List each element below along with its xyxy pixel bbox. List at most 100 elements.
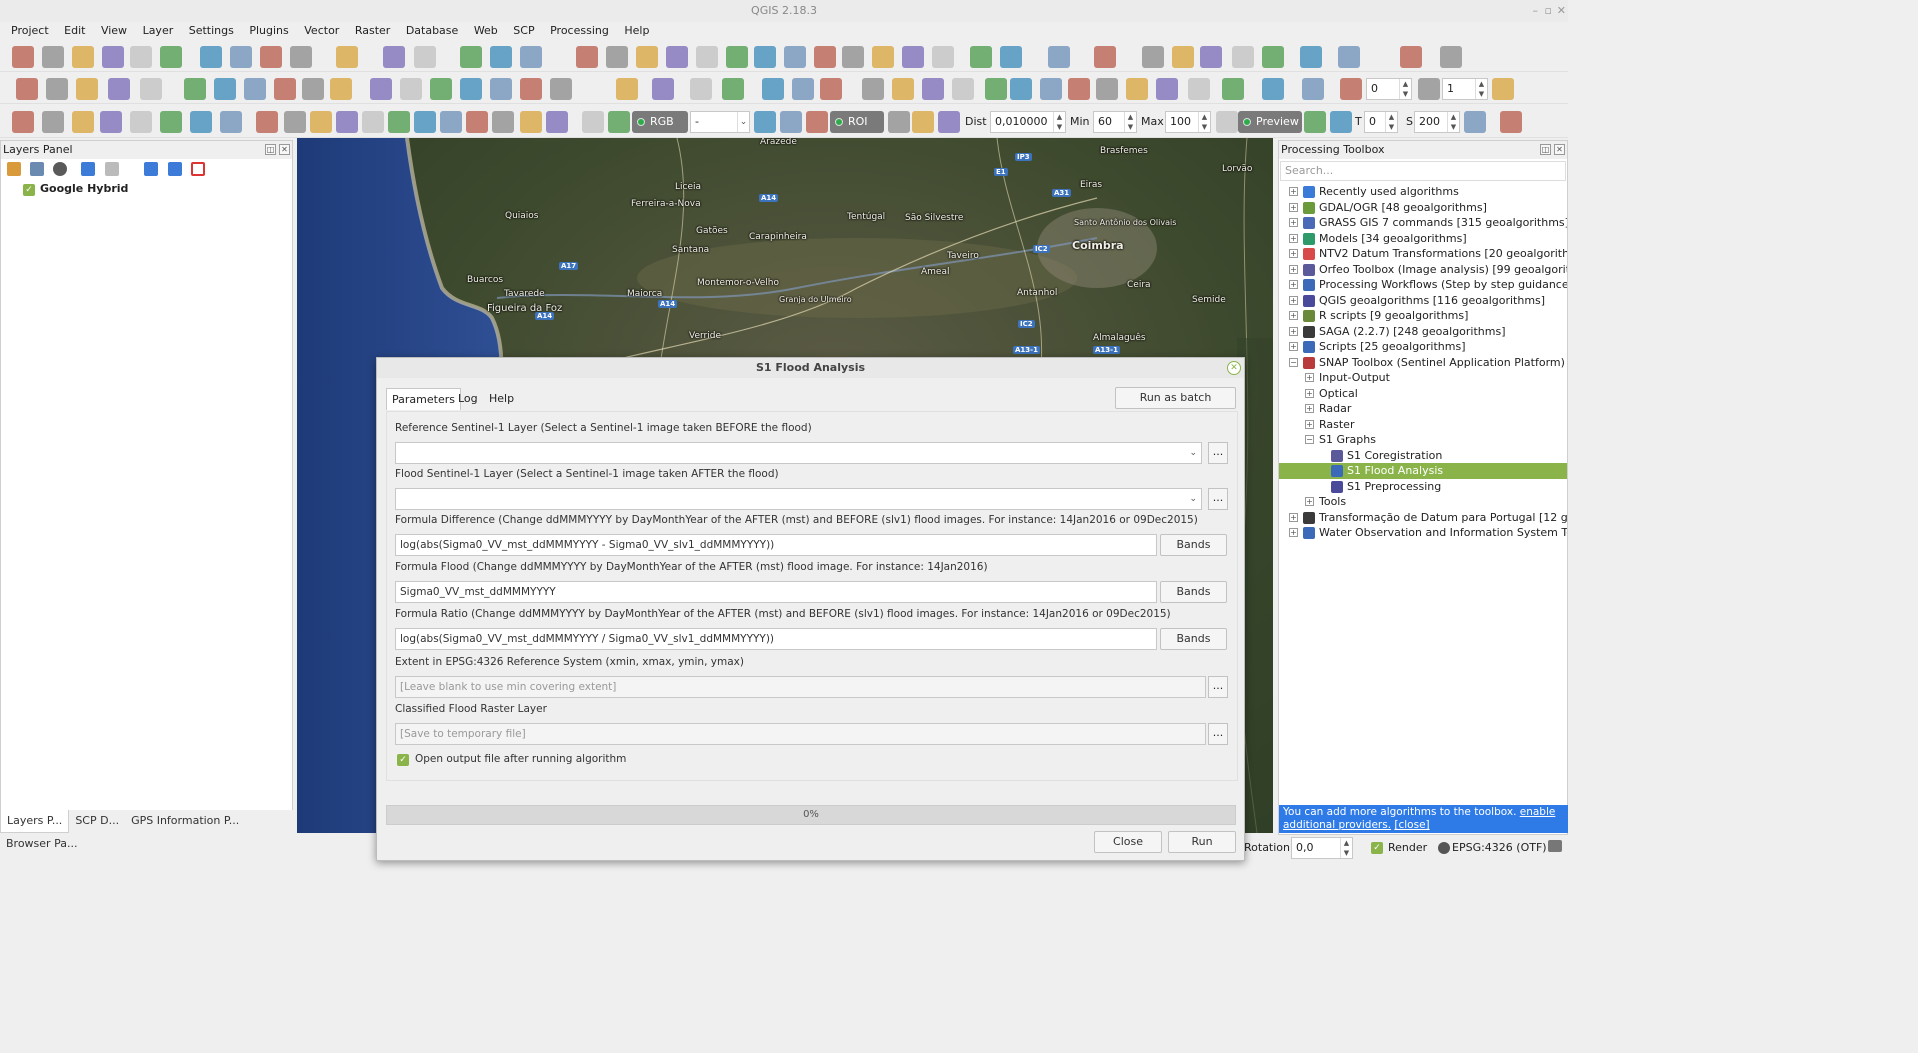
fill-ring-icon[interactable] — [985, 78, 1007, 100]
provider-group[interactable]: + QGIS geoalgorithms [116 geoalgorithms] — [1279, 293, 1567, 309]
spin-arrows-icon[interactable]: ▲ ▼ — [1124, 112, 1136, 132]
reference-layer-browse-button[interactable]: ... — [1208, 442, 1228, 464]
extent-input[interactable]: [Leave blank to use min covering extent] — [395, 676, 1206, 698]
difference-bands-button[interactable]: Bands — [1160, 534, 1227, 556]
menu-layer[interactable]: Layer — [137, 22, 180, 40]
algorithm-item[interactable]: S1 Flood Analysis — [1279, 463, 1567, 479]
node-tool-icon[interactable] — [184, 78, 206, 100]
pencil-icon[interactable] — [46, 78, 68, 100]
arrow-right-icon[interactable] — [1418, 78, 1440, 100]
tab-browser-panel[interactable]: Browser Pa... — [0, 833, 83, 855]
zoom-in-icon[interactable] — [606, 46, 628, 68]
layer-visibility-checkbox[interactable]: ✓ — [23, 184, 35, 196]
save-project-icon[interactable] — [72, 46, 94, 68]
minimize-icon[interactable]: – — [1533, 0, 1539, 22]
toolbox-search-input[interactable]: Search... — [1280, 161, 1566, 181]
print-layout-icon[interactable] — [130, 46, 152, 68]
xy-coordinates-icon[interactable] — [42, 111, 64, 133]
globe-icon[interactable] — [652, 78, 674, 100]
expand-icon[interactable]: + — [1289, 264, 1298, 274]
roi-draw-icon[interactable] — [582, 111, 604, 133]
classification-preview-icon[interactable] — [1304, 111, 1326, 133]
vertex-tool-icon[interactable] — [460, 46, 482, 68]
signature-icon[interactable] — [754, 111, 776, 133]
trash-icon[interactable] — [1464, 111, 1486, 133]
chart-icon[interactable] — [1188, 78, 1210, 100]
rotate-label-icon[interactable] — [430, 78, 452, 100]
provider-group[interactable]: + NTV2 Datum Transformations [20 geoalgor… — [1279, 246, 1567, 262]
scatter-plot-icon[interactable] — [440, 111, 462, 133]
split-icon[interactable] — [862, 78, 884, 100]
add-wms-icon[interactable] — [290, 46, 312, 68]
statistics-icon[interactable] — [1142, 46, 1164, 68]
band-calc-icon[interactable] — [388, 111, 410, 133]
signature-plot-icon[interactable] — [780, 111, 802, 133]
flood-layer-select[interactable]: ⌄ — [395, 488, 1202, 510]
stack-layers-icon[interactable] — [256, 111, 278, 133]
crs-globe-icon[interactable] — [1438, 842, 1450, 854]
provider-group[interactable]: + Processing Workflows (Step by step guid… — [1279, 277, 1567, 293]
tab-help[interactable]: Help — [484, 388, 519, 410]
reshape-icon[interactable] — [922, 78, 944, 100]
provider-group[interactable]: + Scripts [25 geoalgorithms] — [1279, 339, 1567, 355]
menu-help[interactable]: Help — [618, 22, 655, 40]
raster-calc-icon[interactable] — [1126, 78, 1148, 100]
zoom-layer-icon[interactable] — [754, 46, 776, 68]
save-edits-icon[interactable] — [76, 78, 98, 100]
rotate-icon[interactable] — [1040, 78, 1062, 100]
paste-icon[interactable] — [302, 78, 324, 100]
add-group-icon[interactable] — [30, 162, 44, 176]
float-panel-icon[interactable]: ◫ — [1540, 144, 1551, 155]
cloud-icon[interactable] — [1156, 78, 1178, 100]
label-icon[interactable] — [330, 78, 352, 100]
ratio-bands-button[interactable]: Bands — [1160, 628, 1227, 650]
run-batch-button[interactable]: Run as batch process... — [1115, 387, 1236, 424]
spin-arrows-icon[interactable]: ▲ ▼ — [1053, 112, 1065, 132]
measure-icon[interactable] — [1172, 46, 1194, 68]
tab-log[interactable]: Log — [453, 388, 483, 410]
chevron-down-icon[interactable]: ⌄ — [737, 112, 749, 132]
filter-icon[interactable] — [81, 162, 95, 176]
expand-icon[interactable]: + — [1289, 187, 1298, 196]
toolbox-icon[interactable] — [1262, 46, 1284, 68]
expand-icon[interactable]: + — [1289, 326, 1298, 336]
output-browse-button[interactable]: ... — [1208, 723, 1228, 745]
provider-group[interactable]: + Radar — [1279, 401, 1567, 417]
expand-icon[interactable]: + — [1305, 388, 1314, 398]
download-icon[interactable] — [284, 111, 306, 133]
search-location-icon[interactable] — [160, 111, 182, 133]
roi-redo-icon[interactable] — [608, 111, 630, 133]
rotation-spinbox[interactable]: 0,0 ▲ ▼ — [1291, 837, 1353, 859]
close-button[interactable]: Close — [1094, 831, 1162, 853]
deselect-icon[interactable] — [1000, 46, 1022, 68]
move-feature-icon[interactable] — [140, 78, 162, 100]
new-project-icon[interactable] — [12, 46, 34, 68]
menu-view[interactable]: View — [95, 22, 133, 40]
simplify-icon[interactable] — [1010, 78, 1032, 100]
move-label-icon[interactable] — [490, 78, 512, 100]
new-project-icon[interactable] — [1338, 46, 1360, 68]
expand-icon[interactable]: + — [1289, 512, 1298, 522]
identify-icon[interactable] — [902, 46, 924, 68]
close-tip-link[interactable]: [close] — [1394, 819, 1429, 831]
pencil-highlight-icon[interactable] — [1500, 111, 1522, 133]
provider-group[interactable]: − S1 Graphs — [1279, 432, 1567, 448]
tile-icon[interactable] — [1262, 78, 1284, 100]
refresh-icon[interactable] — [872, 46, 894, 68]
formula-difference-input[interactable]: log(abs(Sigma0_VV_mst_ddMMMYYYY - Sigma0… — [395, 534, 1157, 556]
menu-plugins[interactable]: Plugins — [243, 22, 294, 40]
expand-icon[interactable]: + — [1289, 295, 1298, 305]
spin-arrows-icon[interactable]: ▲ ▼ — [1475, 79, 1487, 99]
flood-layer-browse-button[interactable]: ... — [1208, 488, 1228, 510]
select-icon[interactable] — [970, 46, 992, 68]
layer-tool-icon[interactable] — [490, 46, 512, 68]
menu-scp[interactable]: SCP — [507, 22, 540, 40]
t-spinbox[interactable]: 0 ▲ ▼ — [1364, 111, 1398, 133]
menu-raster[interactable]: Raster — [349, 22, 396, 40]
expand-icon[interactable]: + — [1305, 419, 1314, 429]
csw-icon[interactable] — [722, 78, 744, 100]
spin-arrows-icon[interactable]: ▲ ▼ — [1198, 112, 1210, 132]
edit-toggle-icon[interactable] — [16, 78, 38, 100]
composer-manager-icon[interactable] — [160, 46, 182, 68]
preview-toggle-button[interactable]: Preview — [1238, 111, 1302, 133]
